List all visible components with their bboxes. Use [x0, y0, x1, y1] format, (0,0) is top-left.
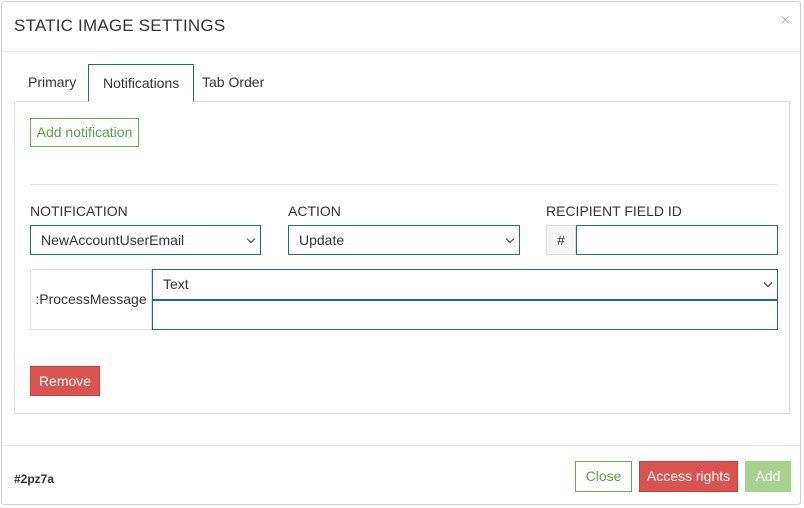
divider — [30, 184, 777, 185]
notifications-panel: Add notification NOTIFICATION NewAccount… — [14, 101, 790, 414]
hash-prefix: # — [546, 225, 576, 255]
message-text-input[interactable] — [152, 300, 778, 330]
message-type-value: Text — [163, 276, 189, 292]
close-icon[interactable]: × — [781, 12, 790, 30]
tab-primary[interactable]: Primary — [14, 64, 90, 101]
element-id: #2pz7a — [14, 472, 55, 486]
dialog-title: STATIC IMAGE SETTINGS — [14, 16, 226, 35]
message-type-select[interactable]: Text — [152, 269, 778, 300]
recipient-field-id-label: RECIPIENT FIELD ID — [546, 203, 682, 219]
tab-notifications[interactable]: Notifications — [88, 64, 195, 102]
notification-label: NOTIFICATION — [30, 203, 128, 219]
close-button[interactable]: Close — [575, 461, 632, 492]
add-button[interactable]: Add — [745, 461, 791, 492]
dialog-footer: #2pz7a Close Access rights Add — [2, 445, 800, 504]
chevron-down-icon — [246, 234, 256, 244]
static-image-settings-dialog: STATIC IMAGE SETTINGS × Primary Notifica… — [1, 1, 801, 505]
action-select[interactable]: Update — [288, 225, 520, 255]
tab-bar: Primary Notifications Tab Order — [14, 64, 788, 102]
action-label: ACTION — [288, 203, 341, 219]
tab-tab-order[interactable]: Tab Order — [188, 64, 278, 101]
notification-select-value: NewAccountUserEmail — [41, 232, 185, 248]
remove-button[interactable]: Remove — [30, 366, 100, 396]
chevron-down-icon — [505, 234, 515, 244]
dialog-header: STATIC IMAGE SETTINGS × — [2, 2, 800, 52]
recipient-field-id-input[interactable] — [576, 225, 778, 255]
notification-select[interactable]: NewAccountUserEmail — [30, 225, 261, 255]
process-message-label: :ProcessMessage — [30, 269, 152, 330]
add-notification-button[interactable]: Add notification — [30, 118, 139, 147]
access-rights-button[interactable]: Access rights — [639, 461, 738, 492]
action-select-value: Update — [299, 232, 345, 248]
chevron-down-icon — [763, 278, 773, 288]
